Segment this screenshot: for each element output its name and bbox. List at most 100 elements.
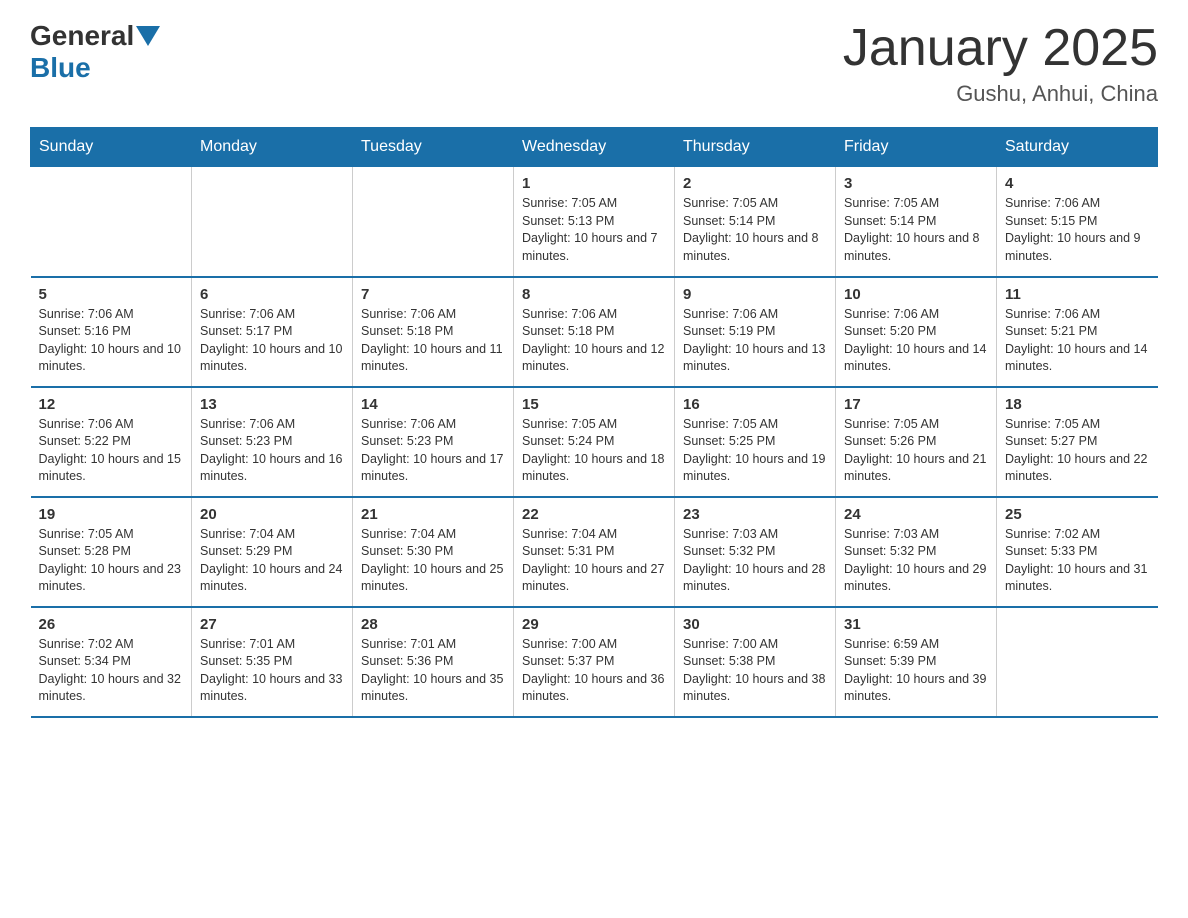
calendar-day-cell: 18 Sunrise: 7:05 AMSunset: 5:27 PMDayligh… [997, 387, 1158, 497]
day-number: 13 [200, 396, 344, 413]
calendar-day-cell: 15Sunrise: 7:05 AMSunset: 5:24 PMDayligh… [514, 387, 675, 497]
day-number: 25 [1005, 506, 1150, 523]
page-header: General Blue January 2025 Gushu, Anhui, … [30, 20, 1158, 107]
calendar-day-cell: 9 Sunrise: 7:06 AMSunset: 5:19 PMDaylight… [675, 277, 836, 387]
day-info: Sunrise: 7:05 AMSunset: 5:27 PMDaylight:… [1005, 416, 1150, 486]
calendar-body: 1 Sunrise: 7:05 AMSunset: 5:13 PMDaylight… [31, 167, 1158, 717]
calendar-day-cell: 4 Sunrise: 7:06 AMSunset: 5:15 PMDaylight… [997, 167, 1158, 277]
calendar-day-cell: 1 Sunrise: 7:05 AMSunset: 5:13 PMDaylight… [514, 167, 675, 277]
day-number: 26 [39, 616, 184, 633]
calendar-week-row: 19Sunrise: 7:05 AMSunset: 5:28 PMDayligh… [31, 497, 1158, 607]
day-number: 14 [361, 396, 505, 413]
calendar-day-cell: 21 Sunrise: 7:04 AMSunset: 5:30 PMDayligh… [353, 497, 514, 607]
calendar-day-cell: 12Sunrise: 7:06 AMSunset: 5:22 PMDayligh… [31, 387, 192, 497]
day-of-week-header: Wednesday [514, 128, 675, 167]
logo-general-text: General [30, 20, 134, 52]
calendar-day-cell: 3Sunrise: 7:05 AMSunset: 5:14 PMDaylight… [836, 167, 997, 277]
calendar-day-cell: 5 Sunrise: 7:06 AMSunset: 5:16 PMDaylight… [31, 277, 192, 387]
day-number: 2 [683, 175, 827, 192]
day-number: 18 [1005, 396, 1150, 413]
calendar-day-cell: 2Sunrise: 7:05 AMSunset: 5:14 PMDaylight… [675, 167, 836, 277]
day-number: 15 [522, 396, 666, 413]
calendar-day-cell: 22Sunrise: 7:04 AMSunset: 5:31 PMDayligh… [514, 497, 675, 607]
calendar-day-cell: 16 Sunrise: 7:05 AMSunset: 5:25 PMDayligh… [675, 387, 836, 497]
day-info: Sunrise: 7:06 AMSunset: 5:19 PMDaylight:… [683, 306, 827, 376]
day-number: 20 [200, 506, 344, 523]
day-number: 16 [683, 396, 827, 413]
calendar-day-cell: 13 Sunrise: 7:06 AMSunset: 5:23 PMDayligh… [192, 387, 353, 497]
calendar-table: SundayMondayTuesdayWednesdayThursdayFrid… [30, 127, 1158, 718]
day-info: Sunrise: 7:01 AMSunset: 5:36 PMDaylight:… [361, 636, 505, 706]
day-number: 5 [39, 286, 184, 303]
day-number: 21 [361, 506, 505, 523]
day-of-week-header: Sunday [31, 128, 192, 167]
days-of-week-row: SundayMondayTuesdayWednesdayThursdayFrid… [31, 128, 1158, 167]
calendar-day-cell: 11Sunrise: 7:06 AMSunset: 5:21 PMDayligh… [997, 277, 1158, 387]
calendar-day-cell: 8 Sunrise: 7:06 AMSunset: 5:18 PMDaylight… [514, 277, 675, 387]
day-of-week-header: Saturday [997, 128, 1158, 167]
calendar-day-cell: 30 Sunrise: 7:00 AMSunset: 5:38 PMDayligh… [675, 607, 836, 717]
calendar-day-cell: 24 Sunrise: 7:03 AMSunset: 5:32 PMDayligh… [836, 497, 997, 607]
title-section: January 2025 Gushu, Anhui, China [843, 20, 1158, 107]
day-info: Sunrise: 7:06 AMSunset: 5:22 PMDaylight:… [39, 416, 184, 486]
calendar-day-cell: 20 Sunrise: 7:04 AMSunset: 5:29 PMDayligh… [192, 497, 353, 607]
day-number: 30 [683, 616, 827, 633]
day-info: Sunrise: 7:00 AMSunset: 5:38 PMDaylight:… [683, 636, 827, 706]
day-number: 7 [361, 286, 505, 303]
day-info: Sunrise: 7:00 AMSunset: 5:37 PMDaylight:… [522, 636, 666, 706]
day-info: Sunrise: 7:04 AMSunset: 5:29 PMDaylight:… [200, 526, 344, 596]
calendar-week-row: 26 Sunrise: 7:02 AMSunset: 5:34 PMDayligh… [31, 607, 1158, 717]
calendar-day-cell: 31Sunrise: 6:59 AMSunset: 5:39 PMDayligh… [836, 607, 997, 717]
day-info: Sunrise: 7:03 AMSunset: 5:32 PMDaylight:… [844, 526, 988, 596]
day-number: 23 [683, 506, 827, 523]
calendar-day-cell: 6 Sunrise: 7:06 AMSunset: 5:17 PMDaylight… [192, 277, 353, 387]
day-number: 8 [522, 286, 666, 303]
day-of-week-header: Thursday [675, 128, 836, 167]
calendar-day-cell [31, 167, 192, 277]
day-info: Sunrise: 7:06 AMSunset: 5:15 PMDaylight:… [1005, 195, 1150, 265]
day-number: 1 [522, 175, 666, 192]
calendar-week-row: 12Sunrise: 7:06 AMSunset: 5:22 PMDayligh… [31, 387, 1158, 497]
logo-blue-text: Blue [30, 52, 91, 84]
day-number: 4 [1005, 175, 1150, 192]
calendar-day-cell: 26 Sunrise: 7:02 AMSunset: 5:34 PMDayligh… [31, 607, 192, 717]
day-info: Sunrise: 7:05 AMSunset: 5:13 PMDaylight:… [522, 195, 666, 265]
calendar-day-cell: 19Sunrise: 7:05 AMSunset: 5:28 PMDayligh… [31, 497, 192, 607]
day-number: 22 [522, 506, 666, 523]
calendar-day-cell: 27Sunrise: 7:01 AMSunset: 5:35 PMDayligh… [192, 607, 353, 717]
calendar-day-cell: 23 Sunrise: 7:03 AMSunset: 5:32 PMDayligh… [675, 497, 836, 607]
day-number: 17 [844, 396, 988, 413]
calendar-day-cell: 10Sunrise: 7:06 AMSunset: 5:20 PMDayligh… [836, 277, 997, 387]
calendar-week-row: 5 Sunrise: 7:06 AMSunset: 5:16 PMDaylight… [31, 277, 1158, 387]
day-info: Sunrise: 7:02 AMSunset: 5:34 PMDaylight:… [39, 636, 184, 706]
logo-triangle-icon [136, 26, 160, 46]
calendar-day-cell: 25 Sunrise: 7:02 AMSunset: 5:33 PMDayligh… [997, 497, 1158, 607]
calendar-header: SundayMondayTuesdayWednesdayThursdayFrid… [31, 128, 1158, 167]
day-info: Sunrise: 7:02 AMSunset: 5:33 PMDaylight:… [1005, 526, 1150, 596]
day-info: Sunrise: 7:01 AMSunset: 5:35 PMDaylight:… [200, 636, 344, 706]
day-info: Sunrise: 7:06 AMSunset: 5:23 PMDaylight:… [361, 416, 505, 486]
day-number: 29 [522, 616, 666, 633]
day-number: 19 [39, 506, 184, 523]
day-number: 6 [200, 286, 344, 303]
calendar-day-cell: 14 Sunrise: 7:06 AMSunset: 5:23 PMDayligh… [353, 387, 514, 497]
day-number: 3 [844, 175, 988, 192]
day-of-week-header: Tuesday [353, 128, 514, 167]
calendar-day-cell [192, 167, 353, 277]
day-info: Sunrise: 7:03 AMSunset: 5:32 PMDaylight:… [683, 526, 827, 596]
calendar-day-cell [997, 607, 1158, 717]
day-number: 10 [844, 286, 988, 303]
day-number: 28 [361, 616, 505, 633]
calendar-day-cell: 29 Sunrise: 7:00 AMSunset: 5:37 PMDayligh… [514, 607, 675, 717]
day-info: Sunrise: 7:05 AMSunset: 5:25 PMDaylight:… [683, 416, 827, 486]
calendar-week-row: 1 Sunrise: 7:05 AMSunset: 5:13 PMDaylight… [31, 167, 1158, 277]
day-info: Sunrise: 7:06 AMSunset: 5:18 PMDaylight:… [522, 306, 666, 376]
day-of-week-header: Monday [192, 128, 353, 167]
day-info: Sunrise: 7:06 AMSunset: 5:17 PMDaylight:… [200, 306, 344, 376]
logo: General Blue [30, 20, 162, 84]
day-info: Sunrise: 7:06 AMSunset: 5:16 PMDaylight:… [39, 306, 184, 376]
day-info: Sunrise: 7:04 AMSunset: 5:30 PMDaylight:… [361, 526, 505, 596]
day-number: 24 [844, 506, 988, 523]
day-info: Sunrise: 7:06 AMSunset: 5:23 PMDaylight:… [200, 416, 344, 486]
day-number: 9 [683, 286, 827, 303]
